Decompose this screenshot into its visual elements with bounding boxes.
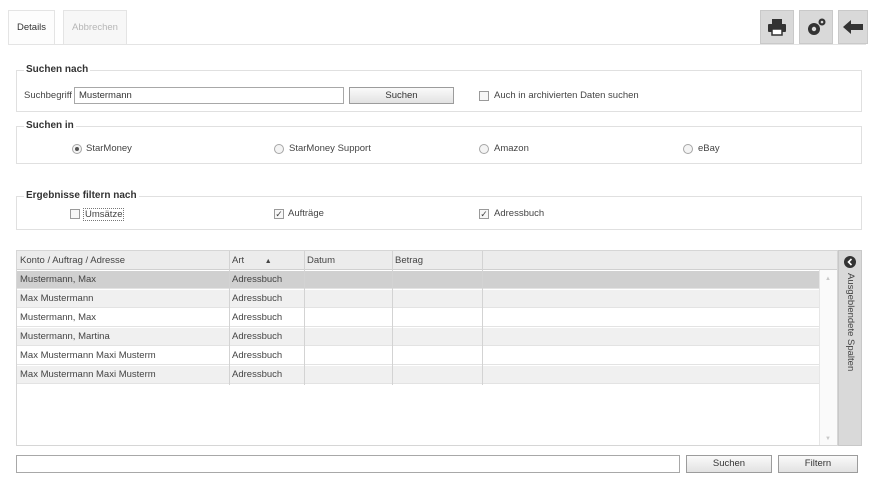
cell-betrag	[392, 366, 482, 384]
radio-ebay[interactable]	[683, 144, 693, 154]
cell-art: Adressbuch	[232, 369, 283, 380]
cell-name: Mustermann, Martina	[20, 331, 110, 342]
cell-datum	[304, 309, 392, 327]
table-header: Konto / Auftrag / Adresse Art ▲ Datum Be…	[17, 251, 837, 270]
bottom-search-button[interactable]: Suchen	[686, 455, 772, 473]
cell-name: Mustermann, Max	[20, 312, 97, 323]
cell-datum	[304, 366, 392, 384]
filter-auftraege-label: Aufträge	[288, 208, 324, 219]
column-separator	[304, 251, 305, 385]
table-row[interactable]: Max Mustermann Maxi Musterm Adressbuch	[17, 366, 820, 384]
column-separator	[392, 251, 393, 385]
table-row[interactable]: Mustermann, Martina Adressbuch	[17, 328, 820, 346]
tab-bar-divider	[8, 44, 866, 45]
radio-ebay-label: eBay	[698, 143, 720, 154]
search-button[interactable]: Suchen	[349, 87, 454, 104]
cell-datum	[304, 290, 392, 308]
hidden-columns-panel[interactable]: Ausgeblendete Spalten	[838, 250, 862, 446]
search-term-label: Suchbegriff	[24, 90, 72, 101]
table-row[interactable]: Max Mustermann Maxi Musterm Adressbuch	[17, 347, 820, 365]
filter-legend: Ergebnisse filtern nach	[24, 190, 139, 201]
column-header-betrag[interactable]: Betrag	[392, 251, 482, 270]
hidden-columns-label: Ausgeblendete Spalten	[845, 273, 856, 372]
column-header-art-label: Art	[232, 255, 245, 266]
filter-umsaetze-checkbox[interactable]	[70, 209, 80, 219]
cell-datum	[304, 271, 392, 289]
settings-button[interactable]	[799, 10, 833, 44]
radio-amazon-label: Amazon	[494, 143, 529, 154]
archive-label: Auch in archivierten Daten suchen	[494, 90, 639, 101]
print-button[interactable]	[760, 10, 794, 44]
archive-checkbox[interactable]	[479, 91, 489, 101]
cell-name: Mustermann, Max	[20, 274, 97, 285]
cell-betrag	[392, 328, 482, 346]
table-vertical-scrollbar[interactable]: ▲ ▼	[819, 270, 837, 445]
filter-umsaetze-label: Umsätze	[83, 208, 125, 221]
cell-datum	[304, 328, 392, 346]
cell-art: Adressbuch	[232, 331, 283, 342]
cell-name: Max Mustermann	[20, 293, 94, 304]
bottom-filter-button[interactable]: Filtern	[778, 455, 858, 473]
column-separator	[482, 251, 483, 385]
radio-starmoney[interactable]	[72, 144, 82, 154]
search-by-legend: Suchen nach	[24, 64, 91, 75]
filter-adressbuch-label: Adressbuch	[494, 208, 545, 219]
filter-adressbuch-checkbox[interactable]: ✓	[479, 209, 489, 219]
search-in-legend: Suchen in	[24, 120, 76, 131]
back-arrow-icon	[843, 20, 863, 34]
cell-art: Adressbuch	[232, 350, 283, 361]
collapse-chevron-icon[interactable]	[844, 256, 856, 268]
cell-betrag	[392, 309, 482, 327]
tab-details[interactable]: Details	[8, 10, 56, 44]
settings-gears-icon	[808, 18, 826, 35]
radio-starmoney-label: StarMoney	[86, 143, 132, 154]
search-in-group	[16, 126, 862, 164]
results-table: Konto / Auftrag / Adresse Art ▲ Datum Be…	[16, 250, 838, 446]
table-row[interactable]: Mustermann, Max Adressbuch	[17, 271, 820, 289]
cell-art: Adressbuch	[232, 274, 283, 285]
cell-datum	[304, 347, 392, 365]
cell-betrag	[392, 290, 482, 308]
bottom-filter-input[interactable]	[16, 455, 680, 473]
tab-abbrechen[interactable]: Abbrechen	[63, 10, 127, 44]
radio-starmoney-support-label: StarMoney Support	[289, 143, 371, 154]
table-row[interactable]: Max Mustermann Adressbuch	[17, 290, 820, 308]
scroll-down-icon[interactable]: ▼	[825, 436, 831, 442]
column-header-art[interactable]: Art ▲	[229, 251, 304, 270]
cell-name: Max Mustermann Maxi Musterm	[20, 350, 156, 361]
column-header-datum[interactable]: Datum	[304, 251, 392, 270]
filter-group	[16, 196, 862, 230]
cell-betrag	[392, 347, 482, 365]
sort-asc-icon: ▲	[264, 258, 272, 265]
back-button[interactable]	[838, 10, 868, 44]
search-term-input[interactable]: Mustermann	[74, 87, 344, 104]
radio-amazon[interactable]	[479, 144, 489, 154]
column-separator	[229, 251, 230, 385]
filter-auftraege-checkbox[interactable]: ✓	[274, 209, 284, 219]
scroll-up-icon[interactable]: ▲	[825, 276, 831, 282]
column-header-konto[interactable]: Konto / Auftrag / Adresse	[17, 251, 229, 270]
cell-name: Max Mustermann Maxi Musterm	[20, 369, 156, 380]
radio-starmoney-support[interactable]	[274, 144, 284, 154]
print-icon	[768, 19, 786, 36]
cell-art: Adressbuch	[232, 293, 283, 304]
cell-betrag	[392, 271, 482, 289]
cell-art: Adressbuch	[232, 312, 283, 323]
table-row[interactable]: Mustermann, Max Adressbuch	[17, 309, 820, 327]
